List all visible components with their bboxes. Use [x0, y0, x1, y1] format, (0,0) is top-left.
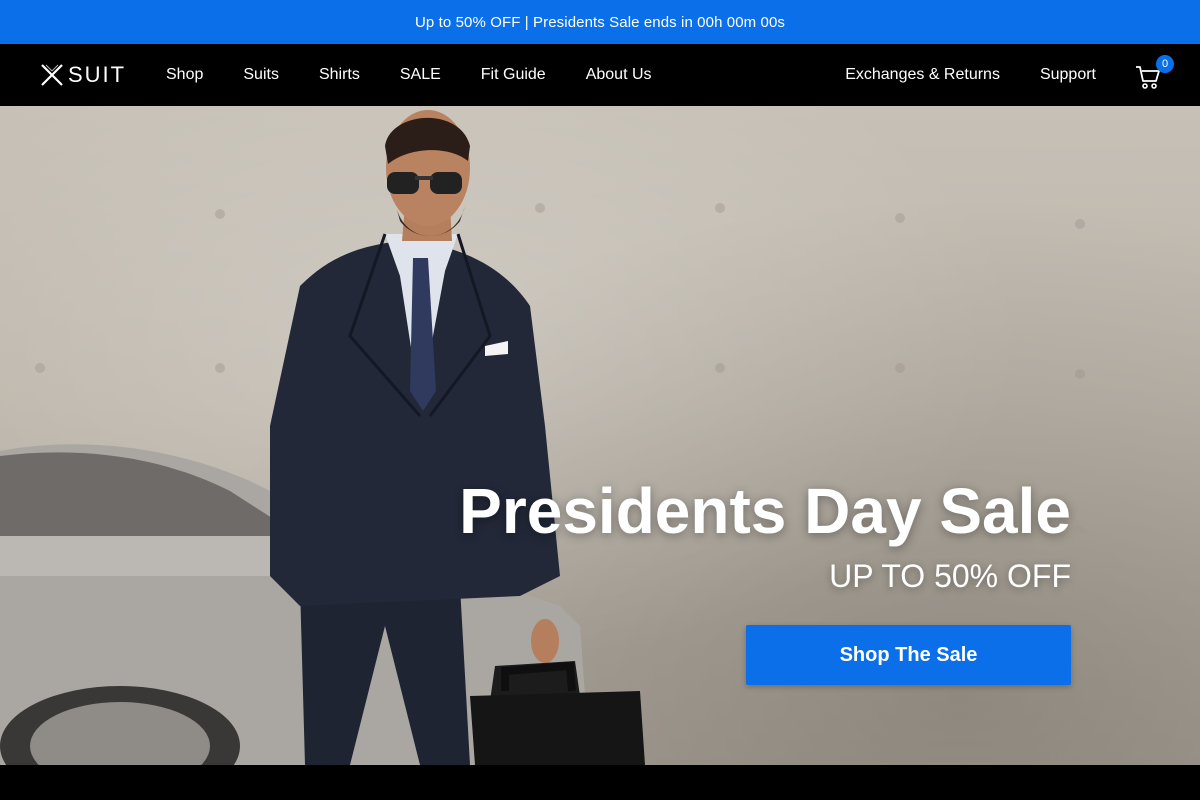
- brand-logo[interactable]: SUIT: [40, 62, 127, 87]
- logo-text: SUIT: [68, 62, 127, 87]
- hero-subtitle: UP TO 50% OFF: [829, 558, 1071, 595]
- hero-text-block: Presidents Day Sale UP TO 50% OFF: [371, 476, 1071, 595]
- main-nav: Shop Suits Shirts SALE Fit Guide About U…: [166, 44, 692, 106]
- announcement-bar: Up to 50% OFF | Presidents Sale ends in …: [0, 0, 1200, 44]
- nav-fit-guide[interactable]: Fit Guide: [481, 66, 546, 84]
- nav-support[interactable]: Support: [1040, 66, 1096, 84]
- hero-banner: Presidents Day Sale UP TO 50% OFF Shop T…: [0, 106, 1200, 765]
- nav-shop[interactable]: Shop: [166, 66, 203, 84]
- nav-suits[interactable]: Suits: [243, 66, 279, 84]
- nav-about-us[interactable]: About Us: [586, 66, 652, 84]
- nav-shirts[interactable]: Shirts: [319, 66, 360, 84]
- page-bottom-strip: [0, 765, 1200, 800]
- site-header: SUIT Shop Suits Shirts SALE Fit Guide Ab…: [0, 44, 1200, 106]
- announcement-text: Up to 50% OFF | Presidents Sale ends in …: [414, 13, 786, 31]
- x-logo-icon: [41, 64, 63, 86]
- nav-sale[interactable]: SALE: [400, 66, 441, 84]
- cart-button[interactable]: 0: [1134, 55, 1178, 94]
- cart-count-badge: 0: [1156, 55, 1174, 73]
- secondary-nav: Exchanges & Returns Support: [805, 44, 1096, 106]
- hero-title: Presidents Day Sale: [459, 475, 1071, 547]
- shop-the-sale-button[interactable]: Shop The Sale: [746, 625, 1071, 685]
- nav-exchanges-returns[interactable]: Exchanges & Returns: [845, 66, 1000, 84]
